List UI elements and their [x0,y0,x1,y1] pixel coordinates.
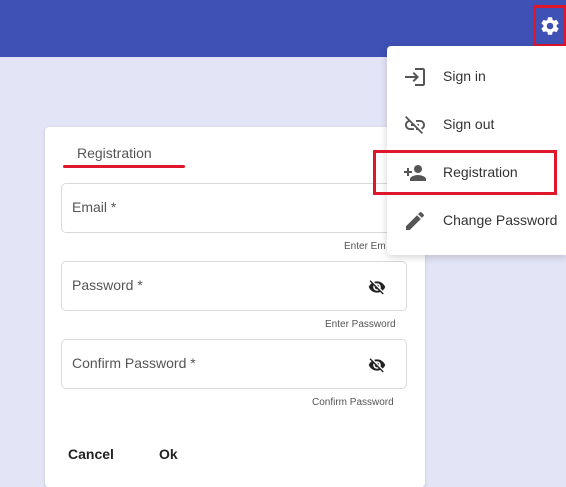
password-hint: Enter Password [325,319,396,330]
password-field[interactable]: Password * [61,261,407,311]
email-hint: Enter Em [344,241,386,252]
tab-registration-label: Registration [77,145,152,161]
menu-item-label: Sign in [443,68,486,84]
gear-icon [541,17,559,35]
settings-menu: Sign in Sign out Registration Change Pas… [387,46,566,255]
pencil-icon [406,211,425,230]
menu-item-label: Change Password [443,212,558,228]
email-field-label: Email * [72,199,117,215]
menu-item-label: Sign out [443,116,495,132]
settings-button[interactable] [533,5,566,47]
person-add-icon [404,165,426,181]
confirm-password-hint: Confirm Password [312,397,394,408]
tab-registration[interactable]: Registration [61,143,185,168]
eye-off-icon[interactable] [366,356,388,374]
menu-item-sign-in[interactable]: Sign in [387,53,566,101]
email-field[interactable]: Email * [61,183,407,233]
menu-item-label: Registration [443,164,518,180]
confirm-password-field-label: Confirm Password * [72,355,196,371]
link-off-icon [405,116,425,134]
ok-button[interactable]: Ok [159,446,178,462]
registration-card: Registration Email * Enter Em Password *… [45,127,425,487]
menu-item-registration[interactable]: Registration [387,149,566,197]
tab-active-indicator [63,165,185,168]
menu-item-sign-out[interactable]: Sign out [387,101,566,149]
cancel-button[interactable]: Cancel [68,446,114,462]
menu-item-change-password[interactable]: Change Password [387,197,566,245]
eye-off-icon[interactable] [366,278,388,296]
password-field-label: Password * [72,277,143,293]
sign-in-icon [405,68,425,86]
confirm-password-field[interactable]: Confirm Password * [61,339,407,389]
